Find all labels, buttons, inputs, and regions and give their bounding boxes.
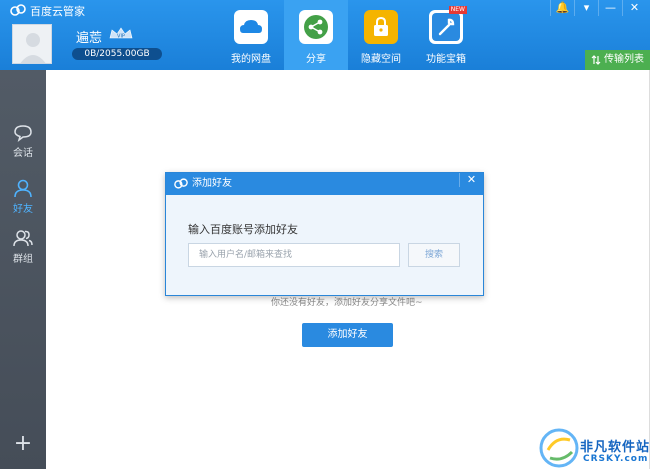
dialog-prompt: 输入百度账号添加好友 xyxy=(188,223,298,236)
nav-share[interactable]: 分享 xyxy=(284,0,348,70)
nav-share-label: 分享 xyxy=(306,54,326,65)
vip-label: VIP xyxy=(117,34,125,40)
avatar[interactable] xyxy=(12,24,52,64)
storage-quota: 0B/2055.00GB xyxy=(72,48,162,60)
person-icon xyxy=(14,179,32,198)
dialog-close-icon[interactable]: ✕ xyxy=(459,173,483,187)
add-friend-dialog: 添加好友 ✕ 输入百度账号添加好友 搜索 xyxy=(165,172,484,296)
sidebar-item-chat-label: 会话 xyxy=(13,148,33,159)
username[interactable]: 遍莣 xyxy=(76,27,102,46)
baidu-cloud-logo-icon xyxy=(174,178,188,189)
toolbox-icon: NEW xyxy=(429,6,467,44)
minimize-icon[interactable]: — xyxy=(598,0,622,16)
chat-bubble-icon xyxy=(14,125,32,142)
top-header: 百度云管家 🔔 ▾ — ✕ 遍莣 VIP 0B/2055.00GB 我的网盘 分… xyxy=(0,0,650,70)
nav-my-drive[interactable]: 我的网盘 xyxy=(219,0,283,70)
sidebar-item-friends[interactable]: 好友 xyxy=(0,178,46,215)
watermark-subtitle: CRSKY.com xyxy=(583,454,649,464)
sidebar-item-groups[interactable]: 群组 xyxy=(0,228,46,265)
nav-toolbox-label: 功能宝箱 xyxy=(426,54,466,65)
watermark-title: 非凡软件站 xyxy=(580,440,650,455)
empty-friends-message: 你还没有好友，添加好友分享文件吧~ xyxy=(271,298,423,308)
main-nav: 我的网盘 分享 隐藏空间 NEW 功能宝箱 xyxy=(219,0,479,70)
transfer-list-button[interactable]: 传输列表 xyxy=(585,50,650,70)
window-controls: 🔔 ▾ — ✕ xyxy=(550,0,646,16)
nav-toolbox[interactable]: NEW 功能宝箱 xyxy=(414,0,478,70)
add-friend-button[interactable]: 添加好友 xyxy=(302,323,393,347)
notification-bell-icon[interactable]: 🔔 xyxy=(550,0,574,16)
sidebar-item-groups-label: 群组 xyxy=(13,254,33,265)
nav-hidden-space[interactable]: 隐藏空间 xyxy=(349,0,413,70)
search-button[interactable]: 搜索 xyxy=(408,243,460,267)
cloud-drive-icon xyxy=(234,10,268,44)
sidebar-item-chat[interactable]: 会话 xyxy=(0,124,46,159)
add-icon[interactable]: + xyxy=(12,433,34,455)
transfer-list-label: 传输列表 xyxy=(604,54,644,65)
close-window-icon[interactable]: ✕ xyxy=(622,0,646,16)
nav-hidden-space-label: 隐藏空间 xyxy=(361,54,401,65)
dialog-title: 添加好友 xyxy=(192,178,232,189)
vip-crown-icon[interactable]: VIP xyxy=(108,27,134,41)
baidu-cloud-logo-icon xyxy=(10,4,26,16)
left-sidebar: 会话 好友 群组 + xyxy=(0,70,46,469)
friend-search-input[interactable] xyxy=(188,243,400,267)
group-icon xyxy=(13,230,33,247)
sidebar-item-friends-label: 好友 xyxy=(13,204,33,215)
share-icon xyxy=(299,10,333,44)
nav-my-drive-label: 我的网盘 xyxy=(231,54,271,65)
transfer-arrows-icon xyxy=(591,55,601,65)
lock-icon xyxy=(364,10,398,44)
app-title: 百度云管家 xyxy=(30,5,85,18)
user-silhouette-icon xyxy=(13,25,51,63)
menu-dropdown-icon[interactable]: ▾ xyxy=(574,0,598,16)
dialog-header: 添加好友 ✕ xyxy=(166,173,483,195)
new-badge: NEW xyxy=(448,6,467,14)
